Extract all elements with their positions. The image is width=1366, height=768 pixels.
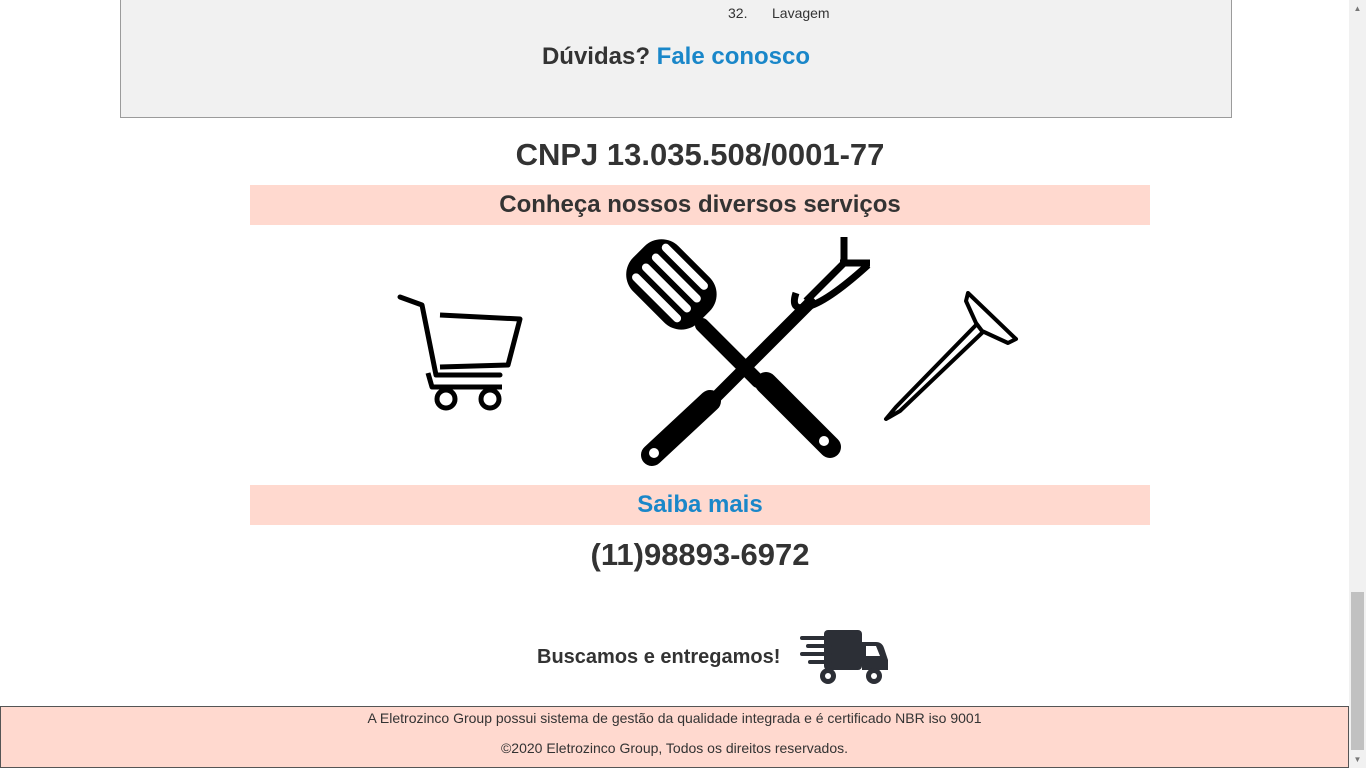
footer-quality-text: A Eletrozinco Group possui sistema de ge…: [367, 710, 982, 726]
scroll-up-icon[interactable]: ▲: [1349, 0, 1366, 17]
scroll-down-icon[interactable]: ▼: [1349, 751, 1366, 768]
cnpj-heading: CNPJ 13.035.508/0001-77: [515, 137, 885, 172]
nail-icon: [884, 291, 1018, 421]
delivery-banner: Buscamos e entregamos!: [537, 628, 890, 686]
more-info-band: Saiba mais: [250, 485, 1150, 525]
delivery-truck-icon: [800, 630, 889, 684]
faq-question: Dúvidas? Fale conosco: [121, 43, 1231, 71]
more-info-link[interactable]: Saiba mais: [637, 491, 762, 518]
vertical-scrollbar[interactable]: ▲ ▼: [1349, 0, 1366, 768]
footer: A Eletrozinco Group possui sistema de ge…: [0, 706, 1349, 768]
faq-item-number: 32.: [728, 5, 748, 21]
faq-question-text: Dúvidas?: [541, 43, 650, 70]
services-icons: [0, 225, 1366, 485]
scroll-thumb[interactable]: [1351, 592, 1364, 750]
faq-list-item[interactable]: 32. Lavagem: [728, 5, 830, 21]
bbq-tools-icon: [626, 237, 871, 466]
page: 32. Lavagem Dúvidas? Fale conosco CNPJ 1…: [0, 0, 1366, 768]
shopping-cart-icon: [397, 294, 523, 411]
services-heading: Conheça nossos diversos serviços: [250, 185, 1150, 225]
footer-copyright: ©2020 Eletrozinco Group, Todos os direit…: [500, 740, 849, 756]
contact-link[interactable]: Fale conosco: [657, 43, 810, 70]
phone-number: (11)98893-6972: [590, 537, 810, 572]
delivery-text: Buscamos e entregamos!: [537, 645, 781, 668]
faq-item-label: Lavagem: [772, 5, 830, 21]
faq-section: 32. Lavagem Dúvidas? Fale conosco: [120, 0, 1232, 118]
